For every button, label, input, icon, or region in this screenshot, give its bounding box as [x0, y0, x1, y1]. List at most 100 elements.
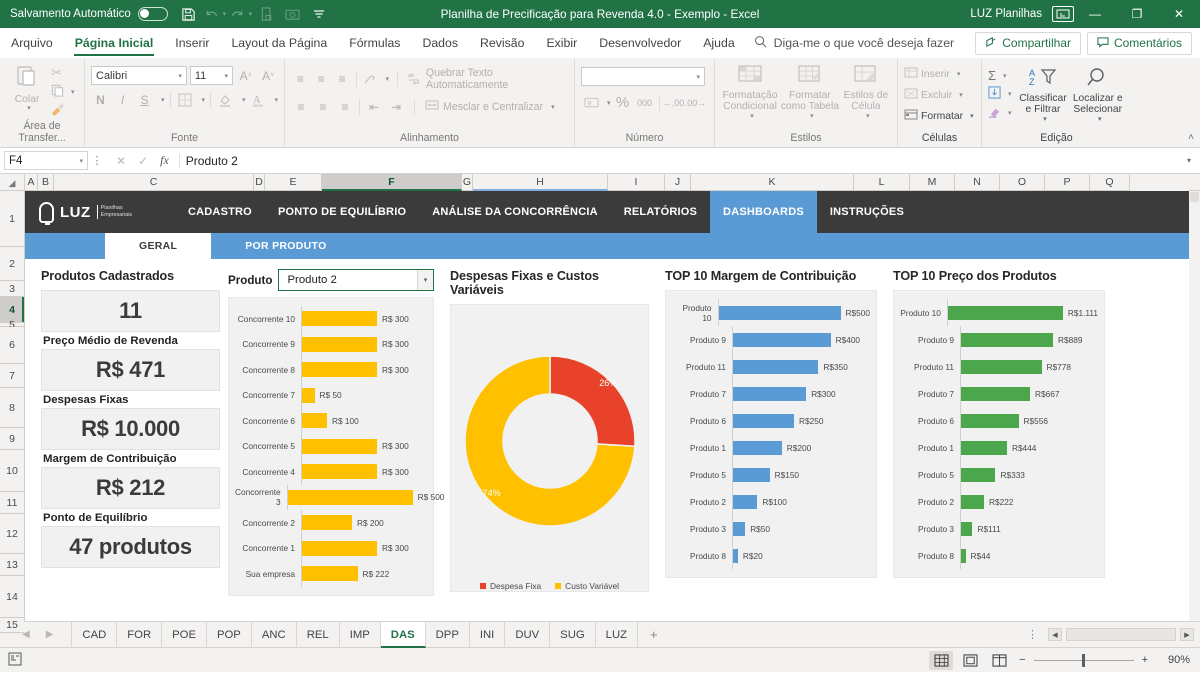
column-header-K[interactable]: K: [691, 174, 854, 191]
increase-font-size-button[interactable]: A ˄: [236, 66, 256, 85]
print-preview-icon[interactable]: [254, 1, 280, 27]
sheet-tab-pop[interactable]: POP: [207, 621, 252, 648]
sheet-tab-luz[interactable]: LUZ: [596, 621, 638, 648]
sort-filter-button[interactable]: AZ Classificar e Filtrar ▾: [1019, 65, 1068, 123]
align-left-icon[interactable]: ≡: [291, 97, 311, 116]
customize-toolbar-icon[interactable]: [306, 1, 332, 27]
minimize-button[interactable]: —: [1074, 0, 1116, 28]
save-icon[interactable]: [176, 1, 202, 27]
nav-item-analise-da-concorrencia[interactable]: ANÁLISE DA CONCORRÊNCIA: [419, 191, 611, 233]
row-header-6[interactable]: 6: [0, 327, 24, 364]
column-header-E[interactable]: E: [265, 174, 322, 191]
column-header-A[interactable]: A: [25, 174, 38, 191]
merge-center-button[interactable]: Mesclar e Centralizar ▾: [419, 99, 555, 115]
camera-icon[interactable]: [280, 1, 306, 27]
underline-button[interactable]: S: [135, 90, 154, 109]
column-header-H[interactable]: H: [473, 174, 608, 191]
chevron-right-icon[interactable]: ▶: [46, 629, 54, 640]
bold-button[interactable]: N: [91, 90, 110, 109]
page-layout-view-icon[interactable]: [958, 651, 982, 670]
column-header-D[interactable]: D: [254, 174, 265, 191]
subtab-por-produto[interactable]: POR PRODUTO: [211, 233, 360, 259]
find-select-button[interactable]: Localizar e Selecionar ▾: [1070, 65, 1125, 123]
clear-button[interactable]: ▾: [988, 105, 1012, 121]
font-color-icon[interactable]: A: [248, 90, 267, 109]
align-right-icon[interactable]: ≡: [335, 97, 355, 116]
fill-chevron-down-icon[interactable]: ▾: [242, 96, 246, 104]
find-chevron-down-icon[interactable]: ▾: [1098, 116, 1102, 124]
confirm-icon[interactable]: ✓: [138, 154, 148, 168]
decrease-decimal-icon[interactable]: ←.00: [663, 93, 685, 112]
ribbon-tab-dados[interactable]: Dados: [411, 28, 469, 58]
fill-color-icon[interactable]: [216, 90, 235, 109]
thousands-separator-button[interactable]: 000: [635, 93, 655, 112]
clear-chevron-down-icon[interactable]: ▾: [1008, 109, 1012, 117]
wrap-text-button[interactable]: ab Quebrar Texto Automaticamente: [402, 67, 568, 91]
borders-chevron-down-icon[interactable]: ▾: [201, 96, 205, 104]
increase-indent-icon[interactable]: ⇥: [386, 97, 406, 116]
insert-chevron-down-icon[interactable]: ▾: [957, 70, 961, 78]
row-header-1[interactable]: 1: [0, 191, 24, 247]
expand-formula-bar-icon[interactable]: ▾: [1178, 156, 1200, 165]
ribbon-tab-layout-da-pagina[interactable]: Layout da Página: [220, 28, 338, 58]
fill-down-button[interactable]: ▾: [988, 86, 1012, 102]
format-chevron-down-icon[interactable]: ▾: [970, 112, 974, 120]
zoom-in-button[interactable]: +: [1139, 654, 1151, 666]
accounting-chevron-down-icon[interactable]: ▾: [607, 99, 611, 107]
row-header-12[interactable]: 12: [0, 514, 24, 554]
orientation-chevron-down-icon[interactable]: ▾: [385, 75, 389, 83]
table-chevron-down-icon[interactable]: ▾: [810, 113, 814, 121]
nav-item-relatorios[interactable]: RELATÓRIOS: [611, 191, 710, 233]
copy-button[interactable]: ▾: [51, 84, 75, 100]
row-header-15[interactable]: 15: [0, 618, 24, 633]
autosum-chevron-down-icon[interactable]: ▾: [1003, 72, 1007, 80]
paste-button[interactable]: Colar ▾: [6, 62, 48, 113]
accessibility-icon[interactable]: [8, 652, 22, 669]
nav-item-dashboards[interactable]: DASHBOARDS: [710, 191, 817, 233]
underline-chevron-down-icon[interactable]: ▾: [161, 96, 165, 104]
ribbon-tab-desenvolvedor[interactable]: Desenvolvedor: [588, 28, 692, 58]
sheet-tab-dpp[interactable]: DPP: [426, 621, 470, 648]
align-bottom-icon[interactable]: ≡: [333, 70, 352, 89]
column-header-C[interactable]: C: [54, 174, 254, 191]
cancel-icon[interactable]: ✕: [116, 154, 126, 168]
sheet-tab-sug[interactable]: SUG: [550, 621, 596, 648]
horizontal-scrollbar[interactable]: [1066, 628, 1176, 641]
sheet-tab-for[interactable]: FOR: [117, 621, 163, 648]
nav-item-instrucoes[interactable]: INSTRUÇÕES: [817, 191, 917, 233]
subtab-geral[interactable]: GERAL: [105, 233, 212, 259]
undo-icon[interactable]: ▾: [202, 1, 228, 27]
cond-chevron-down-icon[interactable]: ▾: [750, 113, 754, 121]
row-header-2[interactable]: 2: [0, 247, 24, 281]
conditional-formatting-button[interactable]: Formatação Condicional ▾: [721, 62, 779, 120]
tell-me-search[interactable]: Diga-me o que você deseja fazer: [754, 35, 954, 51]
fill-chevron-down-icon[interactable]: ▾: [1008, 90, 1012, 98]
page-break-view-icon[interactable]: [987, 651, 1011, 670]
column-header-P[interactable]: P: [1045, 174, 1090, 191]
row-header-13[interactable]: 13: [0, 554, 24, 576]
normal-view-icon[interactable]: [929, 650, 954, 670]
percent-style-button[interactable]: %: [613, 93, 633, 112]
italic-button[interactable]: I: [113, 90, 132, 109]
account-card-icon[interactable]: [1052, 6, 1074, 22]
cut-button[interactable]: ✂: [51, 65, 75, 81]
select-all-corner[interactable]: ◢: [0, 174, 25, 191]
ribbon-tab-exibir[interactable]: Exibir: [535, 28, 588, 58]
decrease-indent-icon[interactable]: ⇤: [364, 97, 384, 116]
cellstyles-chevron-down-icon[interactable]: ▾: [866, 113, 870, 121]
sheet-tab-ini[interactable]: INI: [470, 621, 506, 648]
decrease-font-size-button[interactable]: A ˅: [258, 66, 278, 85]
row-header-8[interactable]: 8: [0, 388, 24, 428]
ribbon-tab-inserir[interactable]: Inserir: [164, 28, 220, 58]
account-name[interactable]: LUZ Planilhas: [960, 8, 1052, 20]
formula-input[interactable]: Produto 2: [178, 153, 1178, 168]
product-dropdown[interactable]: Produto 2 ▾: [278, 269, 434, 291]
sheet-tab-rel[interactable]: REL: [297, 621, 340, 648]
cell-styles-button[interactable]: Estilos de Célula ▾: [841, 62, 891, 120]
delete-cells-button[interactable]: Excluir ▾: [904, 87, 975, 103]
font-family-combo[interactable]: Calibri ▾: [91, 66, 187, 85]
ribbon-tab-ajuda[interactable]: Ajuda: [692, 28, 745, 58]
format-cells-button[interactable]: Formatar ▾: [904, 108, 975, 124]
column-header-G[interactable]: G: [462, 174, 473, 191]
ribbon-tab-pagina-inicial[interactable]: Página Inicial: [64, 28, 165, 58]
